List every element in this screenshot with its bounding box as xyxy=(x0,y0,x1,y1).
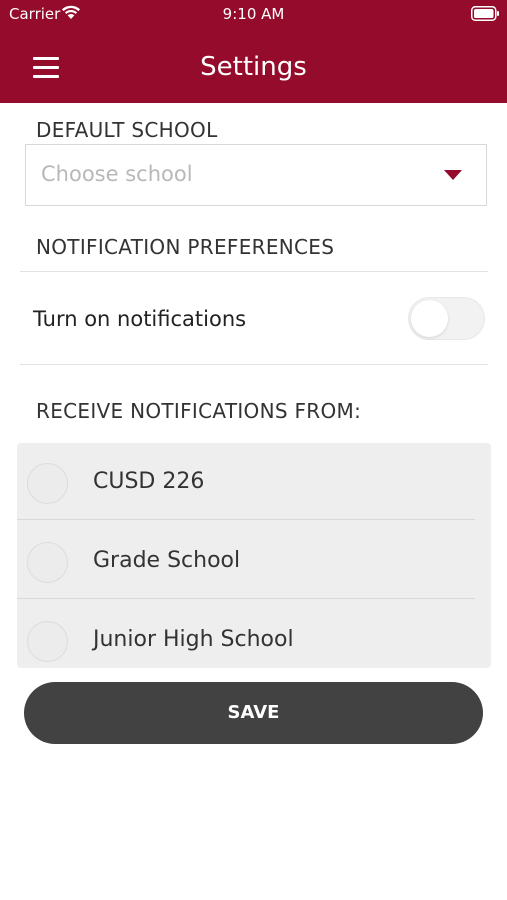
divider xyxy=(20,271,488,272)
divider xyxy=(20,364,488,365)
radio-button[interactable] xyxy=(27,463,68,504)
row-divider xyxy=(17,598,475,599)
notifications-toggle-label: Turn on notifications xyxy=(33,307,247,331)
notification-preferences-label: NOTIFICATION PREFERENCES xyxy=(36,235,335,259)
toggle-knob xyxy=(411,300,448,337)
school-name: CUSD 226 xyxy=(93,469,205,494)
caret-down-icon xyxy=(444,170,462,180)
default-school-placeholder: Choose school xyxy=(41,162,193,186)
school-row-cusd-226[interactable]: CUSD 226 xyxy=(17,443,491,522)
school-row-junior-high-school[interactable]: Junior High School xyxy=(17,601,491,668)
app-header: Carrier 9:10 AM Settings xyxy=(0,0,507,103)
school-name: Junior High School xyxy=(93,627,294,652)
receive-notifications-label: RECEIVE NOTIFICATIONS FROM: xyxy=(36,399,362,423)
battery-icon xyxy=(471,6,499,21)
status-bar: Carrier 9:10 AM xyxy=(0,0,507,28)
school-row-grade-school[interactable]: Grade School xyxy=(17,522,491,601)
save-button[interactable]: SAVE xyxy=(24,682,483,744)
radio-button[interactable] xyxy=(27,621,68,662)
radio-button[interactable] xyxy=(27,542,68,583)
school-list: CUSD 226 Grade School Junior High School xyxy=(17,443,491,668)
notifications-toggle[interactable] xyxy=(408,297,485,340)
page-title: Settings xyxy=(200,52,307,82)
default-school-select[interactable]: Choose school xyxy=(25,144,487,206)
status-time: 9:10 AM xyxy=(222,5,285,23)
default-school-label: DEFAULT SCHOOL xyxy=(36,118,218,142)
school-name: Grade School xyxy=(93,548,241,573)
row-divider xyxy=(17,519,475,520)
